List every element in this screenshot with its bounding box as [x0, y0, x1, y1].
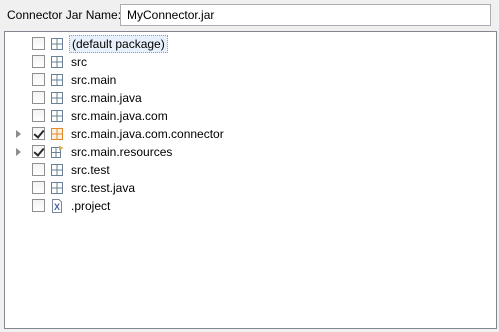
- connector-jar-name-input[interactable]: [120, 4, 491, 26]
- tree-row-label: src.main.java: [71, 91, 142, 105]
- package-icon: [49, 162, 65, 178]
- tree-row-src-test-java[interactable]: src.test.java: [5, 179, 496, 197]
- tree-row-checkbox[interactable]: [32, 73, 45, 86]
- package-tree[interactable]: (default package) src src.main src.main.…: [4, 31, 497, 329]
- resource-folder-icon: [49, 144, 65, 160]
- expand-arrow-icon[interactable]: [16, 148, 21, 156]
- tree-row-src-main-resources[interactable]: src.main.resources: [5, 143, 496, 161]
- tree-row-project-file[interactable]: X .project: [5, 197, 496, 215]
- tree-row-checkbox[interactable]: [32, 109, 45, 122]
- tree-row-label: src.test.java: [71, 181, 136, 195]
- tree-row-checkbox[interactable]: [32, 127, 45, 140]
- tree-row-checkbox[interactable]: [32, 181, 45, 194]
- tree-row-label: .project: [71, 199, 111, 213]
- connector-jar-label: Connector Jar Name:: [7, 8, 122, 22]
- tree-row-label: src.main.java.com: [71, 109, 168, 123]
- tree-row-checkbox[interactable]: [32, 55, 45, 68]
- xml-file-icon: X: [49, 198, 65, 214]
- tree-row-label: src.main: [71, 73, 117, 87]
- tree-row-default-package[interactable]: (default package): [5, 35, 496, 53]
- svg-text:X: X: [54, 202, 60, 212]
- tree-row-src-main-java-com[interactable]: src.main.java.com: [5, 107, 496, 125]
- package-icon: [49, 72, 65, 88]
- package-icon: [49, 54, 65, 70]
- tree-row-checkbox[interactable]: [32, 145, 45, 158]
- package-icon: [49, 180, 65, 196]
- tree-row-src-test[interactable]: src.test: [5, 161, 496, 179]
- tree-row-src[interactable]: src: [5, 53, 496, 71]
- package-orange-icon: [49, 126, 65, 142]
- tree-row-src-main-java-com-connector[interactable]: src.main.java.com.connector: [5, 125, 496, 143]
- package-icon: [49, 108, 65, 124]
- tree-row-label: (default package): [69, 35, 168, 53]
- tree-row-src-main[interactable]: src.main: [5, 71, 496, 89]
- tree-row-label: src.main.resources: [71, 145, 173, 159]
- connector-jar-row: Connector Jar Name:: [0, 0, 499, 30]
- tree-row-checkbox[interactable]: [32, 163, 45, 176]
- tree-row-src-main-java[interactable]: src.main.java: [5, 89, 496, 107]
- tree-row-checkbox[interactable]: [32, 37, 45, 50]
- tree-row-label: src.main.java.com.connector: [71, 127, 224, 141]
- tree-row-checkbox[interactable]: [32, 199, 45, 212]
- tree-row-label: src.test: [71, 163, 110, 177]
- expand-arrow-icon[interactable]: [16, 130, 21, 138]
- tree-row-label: src: [71, 55, 87, 69]
- package-icon: [49, 36, 65, 52]
- tree-row-checkbox[interactable]: [32, 91, 45, 104]
- package-icon: [49, 90, 65, 106]
